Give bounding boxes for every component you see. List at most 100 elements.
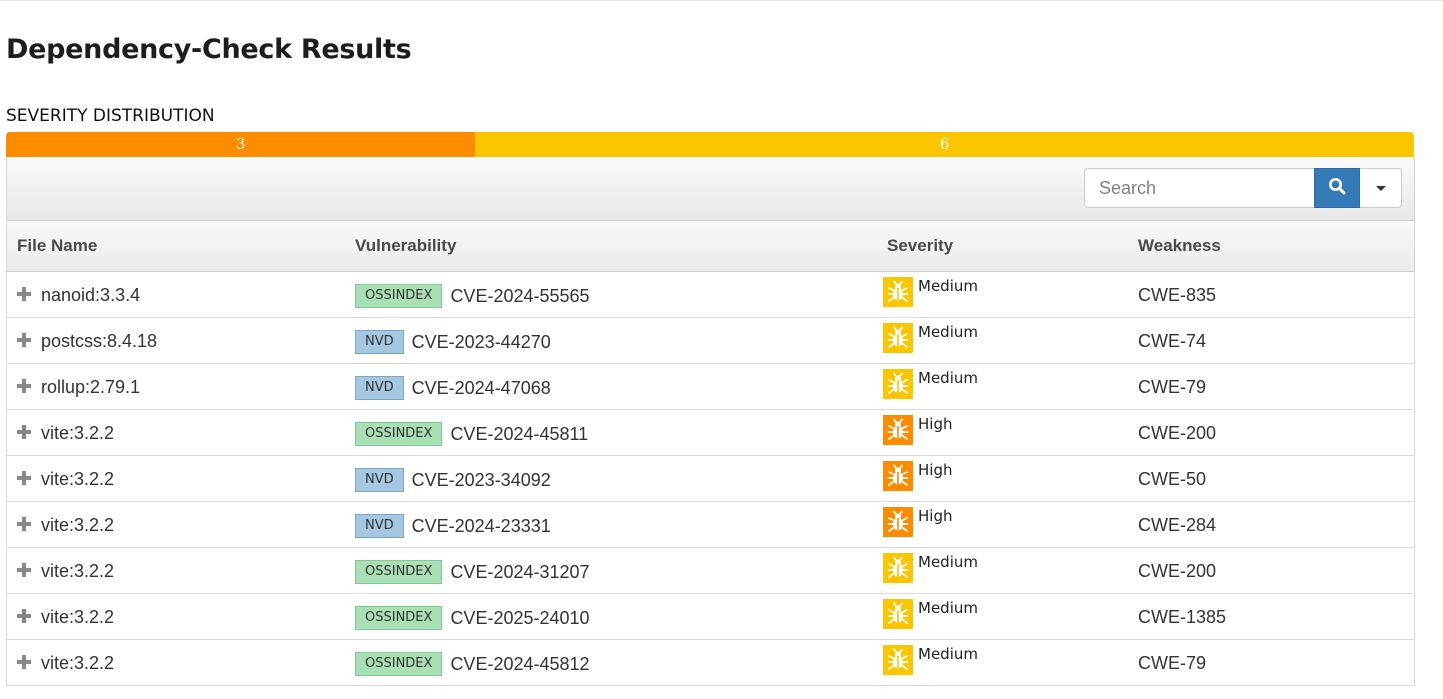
weakness-cwe[interactable]: CWE-1385 [1138,607,1226,628]
file-name: vite:3.2.2 [41,423,115,443]
file-name: nanoid:3.3.4 [41,285,141,305]
table-row[interactable]: rollup:2.79.1 NVD CVE-2024-47068 Medium CWE-… [7,364,1414,410]
severity-cell: High [883,461,952,491]
table-header: File Name Vulnerability Severity Weaknes… [7,221,1414,272]
weakness-cwe[interactable]: CWE-200 [1138,423,1216,444]
weakness-cwe[interactable]: CWE-200 [1138,561,1216,582]
source-tag: NVD [355,514,404,538]
file-name: vite:3.2.2 [41,561,115,581]
vulnerability-cell: OSSINDEX CVE-2025-24010 [355,606,590,630]
bug-icon [883,323,913,353]
results-table-panel: File Name Vulnerability Severity Weaknes… [6,157,1415,686]
vulnerability-cell: OSSINDEX CVE-2024-45811 [355,422,588,446]
page-title: Dependency-Check Results [6,34,412,65]
plus-icon[interactable] [17,379,31,393]
plus-icon[interactable] [17,471,31,485]
cve-link[interactable]: CVE-2024-45812 [450,654,589,675]
file-name: vite:3.2.2 [41,469,115,489]
file-name: vite:3.2.2 [41,653,115,673]
weakness-cwe[interactable]: CWE-50 [1138,469,1206,490]
source-tag: OSSINDEX [355,606,443,630]
weakness-cwe[interactable]: CWE-284 [1138,515,1216,536]
table-row[interactable]: postcss:8.4.18 NVD CVE-2023-44270 Medium CWE… [7,318,1414,364]
table-row[interactable]: vite:3.2.2 OSSINDEX CVE-2025-24010 Medium CW… [7,594,1414,640]
table-row[interactable]: vite:3.2.2 OSSINDEX CVE-2024-31207 Medium CW… [7,548,1414,594]
table-row[interactable]: vite:3.2.2 OSSINDEX CVE-2024-45811 High CWE-… [7,410,1414,456]
file-name: postcss:8.4.18 [41,331,158,351]
severity-distribution-title: SEVERITY DISTRIBUTION [6,106,215,126]
bug-icon [883,507,913,537]
file-name: vite:3.2.2 [41,515,115,535]
severity-cell: Medium [883,645,978,675]
source-tag: OSSINDEX [355,652,443,676]
severity-cell: Medium [883,323,978,353]
severity-cell: Medium [883,553,978,583]
vulnerability-cell: OSSINDEX CVE-2024-31207 [355,560,590,584]
header-vulnerability[interactable]: Vulnerability [355,236,456,256]
bug-icon [883,369,913,399]
table-row[interactable]: vite:3.2.2 NVD CVE-2023-34092 High CWE-50 [7,456,1414,502]
source-tag: OSSINDEX [355,422,443,446]
severity-cell: High [883,415,952,445]
cve-link[interactable]: CVE-2023-34092 [412,470,551,491]
plus-icon[interactable] [17,333,31,347]
weakness-cwe[interactable]: CWE-835 [1138,285,1216,306]
bug-icon [883,461,913,491]
plus-icon[interactable] [17,425,31,439]
plus-icon[interactable] [17,517,31,531]
source-tag: OSSINDEX [355,284,443,308]
plus-icon[interactable] [17,609,31,623]
weakness-cwe[interactable]: CWE-79 [1138,653,1206,674]
bug-icon [883,553,913,583]
severity-label: Medium [918,553,978,571]
cve-link[interactable]: CVE-2024-23331 [412,516,551,537]
plus-icon[interactable] [17,655,31,669]
search-button[interactable] [1314,168,1360,208]
severity-label: Medium [918,323,978,341]
severity-cell: Medium [883,277,978,307]
vulnerability-cell: NVD CVE-2024-23331 [355,514,551,538]
cve-link[interactable]: CVE-2025-24010 [450,608,589,629]
vulnerability-cell: OSSINDEX CVE-2024-55565 [355,284,590,308]
severity-cell: High [883,507,952,537]
table-row[interactable]: vite:3.2.2 NVD CVE-2024-23331 High CWE-284 [7,502,1414,548]
severity-label: High [918,507,953,525]
file-name: vite:3.2.2 [41,607,115,627]
source-tag: OSSINDEX [355,560,443,584]
table-row[interactable]: nanoid:3.3.4 OSSINDEX CVE-2024-55565 Medium… [7,272,1414,318]
cve-link[interactable]: CVE-2024-47068 [412,378,551,399]
bug-icon [883,415,913,445]
table-body: nanoid:3.3.4 OSSINDEX CVE-2024-55565 Medium… [7,272,1414,685]
cve-link[interactable]: CVE-2024-31207 [450,562,589,583]
top-divider [0,0,1443,1]
header-severity[interactable]: Severity [887,236,953,256]
cve-link[interactable]: CVE-2024-55565 [450,286,589,307]
vulnerability-cell: NVD CVE-2024-47068 [355,376,551,400]
bug-icon [883,277,913,307]
header-weakness[interactable]: Weakness [1138,236,1221,256]
severity-distribution-bar: 3 6 [6,132,1414,157]
header-file-name[interactable]: File Name [17,236,97,256]
severity-segment-medium: 6 [475,132,1414,157]
search-options-dropdown[interactable] [1360,168,1402,208]
search-input[interactable] [1084,168,1314,208]
severity-label: Medium [918,369,978,387]
plus-icon[interactable] [17,287,31,301]
source-tag: NVD [355,468,404,492]
caret-down-icon [1375,185,1386,191]
severity-cell: Medium [883,599,978,629]
file-name: rollup:2.79.1 [41,377,141,397]
source-tag: NVD [355,330,404,354]
vulnerability-cell: OSSINDEX CVE-2024-45812 [355,652,590,676]
table-row[interactable]: vite:3.2.2 OSSINDEX CVE-2024-45812 Medium CW… [7,640,1414,685]
severity-label: Medium [918,277,978,295]
cve-link[interactable]: CVE-2023-44270 [412,332,551,353]
weakness-cwe[interactable]: CWE-79 [1138,377,1206,398]
cve-link[interactable]: CVE-2024-45811 [450,424,588,445]
search-icon [1328,177,1346,200]
severity-label: Medium [918,599,978,617]
plus-icon[interactable] [17,563,31,577]
severity-label: High [918,461,953,479]
source-tag: NVD [355,376,404,400]
weakness-cwe[interactable]: CWE-74 [1138,331,1206,352]
